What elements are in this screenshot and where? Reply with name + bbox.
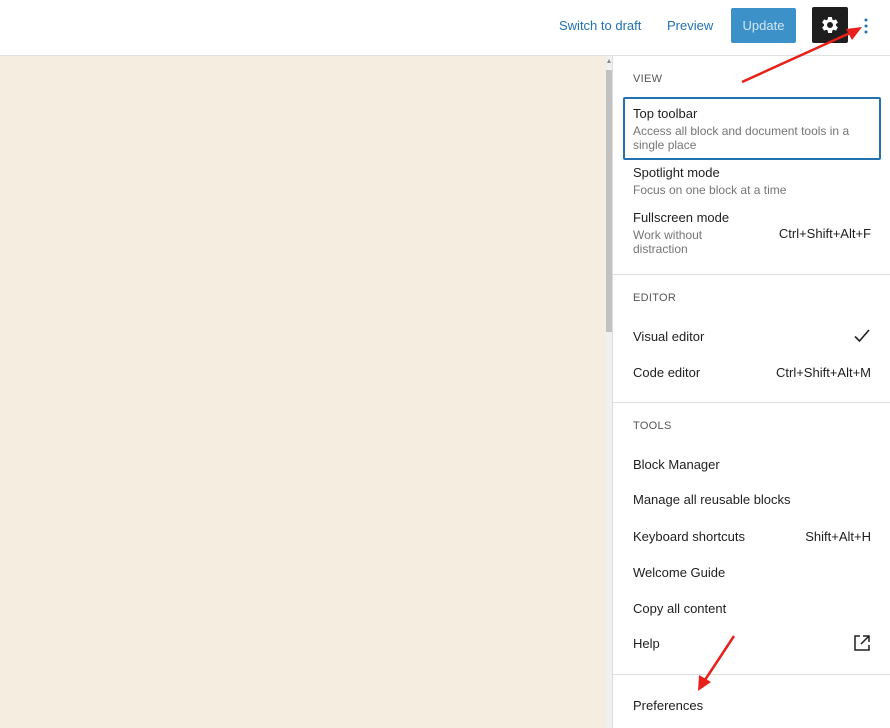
settings-button[interactable] bbox=[812, 7, 848, 43]
menu-item-title: Visual editor bbox=[633, 329, 705, 344]
menu-item-title: Help bbox=[633, 636, 660, 651]
checkmark-icon bbox=[854, 329, 870, 343]
menu-divider bbox=[613, 274, 890, 275]
more-vertical-icon bbox=[864, 18, 868, 34]
menu-item-copy-all-content[interactable]: Copy all content bbox=[613, 590, 890, 626]
editor-header: Switch to draft Preview Update bbox=[0, 0, 890, 56]
menu-item-title: Welcome Guide bbox=[633, 565, 726, 580]
menu-item-title: Fullscreen mode bbox=[633, 210, 730, 225]
menu-item-fullscreen-mode[interactable]: Fullscreen mode Work without distraction… bbox=[613, 205, 890, 265]
menu-item-manage-reusable-blocks[interactable]: Manage all reusable blocks bbox=[613, 482, 890, 518]
menu-item-help[interactable]: Help bbox=[613, 626, 890, 662]
preview-button[interactable]: Preview bbox=[667, 18, 713, 33]
menu-item-welcome-guide[interactable]: Welcome Guide bbox=[613, 554, 890, 590]
menu-item-description: Focus on one block at a time bbox=[633, 183, 787, 197]
menu-item-code-editor[interactable]: Code editor Ctrl+Shift+Alt+M bbox=[613, 354, 890, 390]
more-options-menu: VIEW Top toolbar Access all block and do… bbox=[612, 56, 890, 728]
menu-item-preferences[interactable]: Preferences bbox=[613, 688, 890, 724]
scroll-up-arrow-icon[interactable] bbox=[607, 59, 611, 63]
menu-item-top-toolbar[interactable]: Top toolbar Access all block and documen… bbox=[613, 97, 890, 160]
menu-item-description: Access all block and document tools in a… bbox=[633, 124, 850, 152]
menu-divider bbox=[613, 674, 890, 675]
menu-divider bbox=[613, 402, 890, 403]
external-link-icon bbox=[854, 635, 870, 651]
view-group-label: VIEW bbox=[633, 73, 663, 85]
menu-item-title: Block Manager bbox=[633, 457, 720, 472]
menu-item-title: Top toolbar bbox=[633, 106, 698, 121]
switch-to-draft-button[interactable]: Switch to draft bbox=[559, 18, 641, 33]
menu-item-title: Keyboard shortcuts bbox=[633, 529, 746, 544]
menu-item-title: Spotlight mode bbox=[633, 165, 720, 180]
menu-item-block-manager[interactable]: Block Manager bbox=[613, 446, 890, 482]
gear-icon bbox=[822, 16, 838, 33]
menu-item-keyboard-shortcuts[interactable]: Keyboard shortcuts Shift+Alt+H bbox=[613, 518, 890, 554]
menu-item-spotlight-mode[interactable]: Spotlight mode Focus on one block at a t… bbox=[613, 160, 890, 202]
menu-item-visual-editor[interactable]: Visual editor bbox=[613, 318, 890, 354]
menu-item-shortcut: Shift+Alt+H bbox=[805, 529, 871, 544]
tools-group-label: TOOLS bbox=[633, 420, 672, 432]
menu-item-title: Code editor bbox=[633, 365, 701, 380]
editor-canvas[interactable] bbox=[0, 56, 606, 728]
update-button[interactable]: Update bbox=[731, 8, 796, 43]
menu-item-shortcut: Ctrl+Shift+Alt+M bbox=[775, 365, 871, 380]
menu-item-description: Work without distraction bbox=[633, 228, 703, 256]
editor-group-label: EDITOR bbox=[633, 292, 677, 304]
more-options-button[interactable] bbox=[856, 14, 876, 38]
menu-item-title: Preferences bbox=[633, 698, 704, 713]
menu-item-title: Copy all content bbox=[633, 601, 727, 616]
menu-item-title: Manage all reusable blocks bbox=[633, 492, 791, 507]
menu-item-shortcut: Ctrl+Shift+Alt+F bbox=[778, 226, 871, 241]
